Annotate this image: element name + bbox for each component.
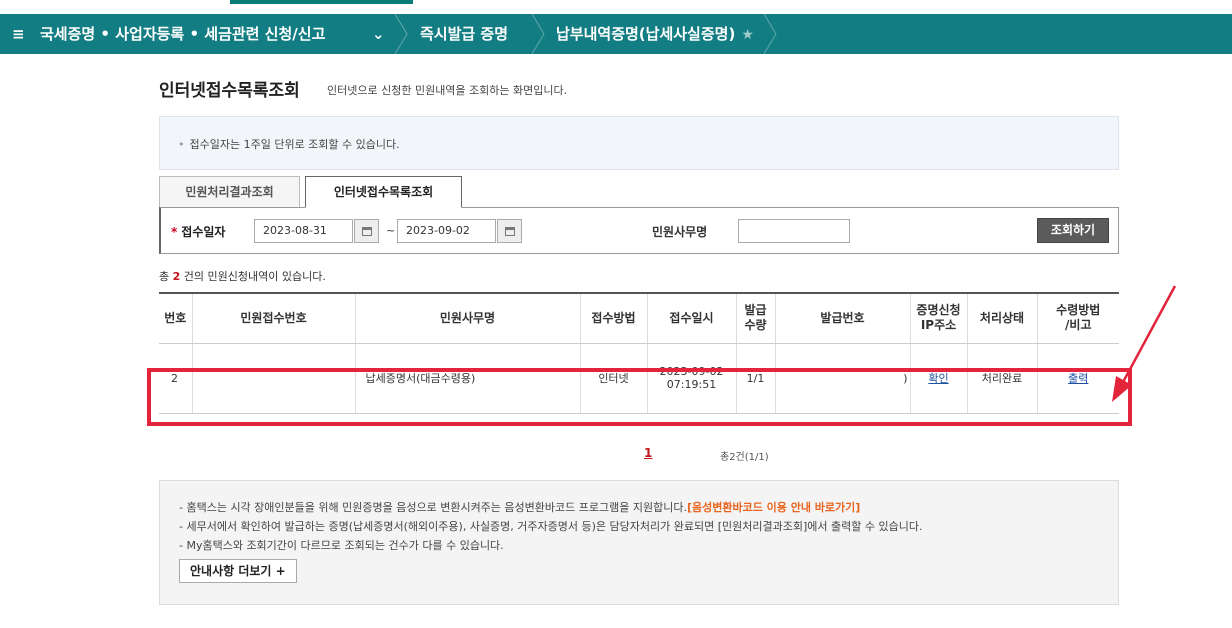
breadcrumb-current-label: 납부내역증명(납세사실증명)	[556, 25, 736, 43]
date-label-text: 접수일자	[181, 225, 226, 239]
result-count-prefix: 총	[159, 270, 173, 283]
top-navigation: ≡ 국세증명 • 사업자등록 • 세금관련 신청/신고 ⌄ 즉시발급 증명 납부…	[0, 14, 1232, 54]
guide-line-1: - 홈택스는 시각 장애인분들을 위해 민원증명을 음성으로 변환시켜주는 음성…	[179, 498, 1118, 517]
highlight-box	[147, 368, 1132, 426]
tab-result-inquiry[interactable]: 민원처리결과조회	[159, 176, 300, 208]
bullet-icon: •	[178, 138, 185, 151]
breadcrumb-separator-icon	[763, 14, 777, 54]
search-panel: * 접수일자 2023-08-31 ~ 2023-09-02 민원사무명 조회하기	[159, 207, 1119, 254]
favorite-star-icon[interactable]: ★	[741, 27, 754, 43]
barcode-guide-link[interactable]: [음성변환바코드 이용 안내 바로가기]	[687, 501, 860, 514]
required-icon: *	[171, 225, 178, 239]
guide-line-2: - 세무서에서 확인하여 발급하는 증명(납세증명서(해외이주용), 사실증명,…	[179, 520, 923, 533]
result-count-suffix: 건의 민원신청내역이 있습니다.	[180, 270, 326, 283]
notice-box: • 접수일자는 1주일 단위로 조회할 수 있습니다.	[159, 116, 1119, 170]
page-subtitle: 인터넷으로 신청한 민원내역을 조회하는 화면입니다.	[327, 84, 568, 97]
breadcrumb-current: 납부내역증명(납세사실증명) ★	[556, 14, 754, 54]
page-title: 인터넷접수목록조회	[159, 81, 300, 101]
result-count: 총 2 건의 민원신청내역이 있습니다.	[159, 268, 326, 284]
col-header-qty: 발급 수량	[735, 292, 775, 344]
date-range-separator: ~	[386, 224, 396, 237]
pagination-info: 총2건(1/1)	[720, 452, 769, 463]
col-header-ip: 증명신청 IP주소	[909, 292, 967, 344]
breadcrumb-separator-icon	[531, 14, 545, 54]
guide-line-1-text: - 홈택스는 시각 장애인분들을 위해 민원증명을 음성으로 변환시켜주는 음성…	[179, 501, 687, 514]
table-header-row: 번호 민원접수번호 민원사무명 접수방법 접수일시 발급 수량 발급번호 증명신…	[159, 292, 1119, 344]
top-accent-bar	[230, 0, 413, 4]
chevron-down-icon[interactable]: ⌄	[372, 14, 385, 54]
guide-box: - 홈택스는 시각 장애인분들을 위해 민원증명을 음성으로 변환시켜주는 음성…	[159, 480, 1119, 605]
col-header-receipt-no: 민원접수번호	[191, 292, 355, 344]
date-label: * 접수일자	[171, 223, 225, 240]
col-header-service: 민원사무명	[354, 292, 580, 344]
col-header-method: 접수방법	[579, 292, 647, 344]
service-name-label: 민원사무명	[652, 225, 708, 239]
tab-internet-receipt-list[interactable]: 인터넷접수목록조회	[305, 176, 462, 208]
col-header-no: 번호	[159, 292, 192, 344]
nav-menu-title[interactable]: 국세증명 • 사업자등록 • 세금관련 신청/신고	[40, 14, 325, 54]
service-name-input[interactable]	[738, 219, 850, 243]
col-header-issue-no: 발급번호	[774, 292, 910, 344]
breadcrumb-instant-issue[interactable]: 즉시발급 증명	[420, 14, 508, 54]
date-to-input[interactable]: 2023-09-02	[397, 219, 496, 243]
calendar-icon[interactable]	[354, 219, 379, 243]
search-button[interactable]: 조회하기	[1037, 218, 1109, 243]
menu-icon[interactable]: ≡	[12, 14, 25, 54]
col-header-status: 처리상태	[966, 292, 1037, 344]
notice-text: 접수일자는 1주일 단위로 조회할 수 있습니다.	[189, 138, 400, 151]
more-info-button[interactable]: 안내사항 더보기 +	[179, 559, 297, 583]
annotation-arrow-icon	[1112, 285, 1177, 402]
col-header-datetime: 접수일시	[646, 292, 736, 344]
date-from-input[interactable]: 2023-08-31	[254, 219, 353, 243]
calendar-icon[interactable]	[497, 219, 522, 243]
guide-line-3: - My홈택스와 조회기간이 다르므로 조회되는 건수가 다를 수 있습니다.	[179, 539, 504, 552]
breadcrumb-separator-icon	[394, 14, 408, 54]
pagination-page[interactable]: 1	[644, 446, 652, 460]
